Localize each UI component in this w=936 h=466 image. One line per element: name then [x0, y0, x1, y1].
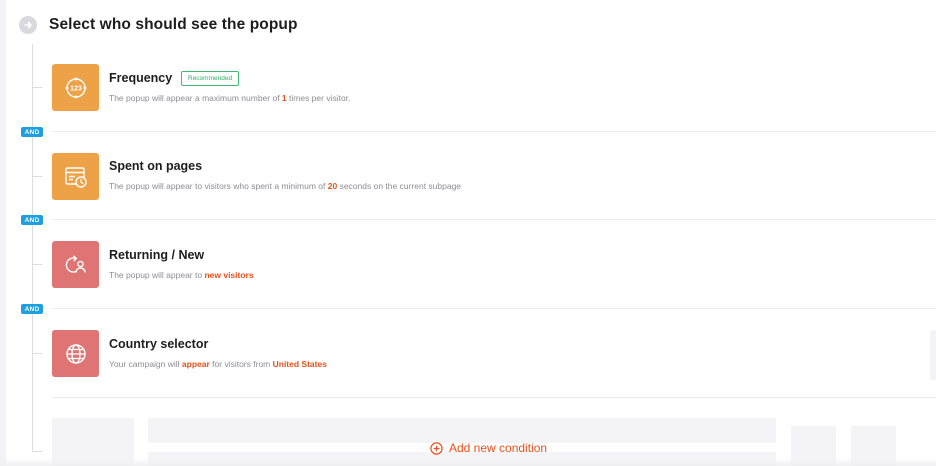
- add-condition-label: Add new condition: [449, 441, 548, 455]
- recommended-badge: Recommended: [181, 71, 240, 86]
- timeline-tick: [32, 451, 42, 452]
- condition-title-returning-new[interactable]: Returning / New: [109, 248, 204, 262]
- country-value[interactable]: United States: [273, 359, 327, 369]
- condition-title-country-selector[interactable]: Country selector: [109, 337, 208, 351]
- timeline-tick: [32, 264, 42, 265]
- and-badge: AND: [21, 127, 43, 137]
- and-badge: AND: [21, 215, 43, 225]
- condition-description-frequency: The popup will appear a maximum number o…: [109, 93, 351, 103]
- add-condition-button[interactable]: Add new condition: [430, 441, 547, 455]
- left-rail: [0, 0, 6, 466]
- bottom-fade: [0, 458, 936, 466]
- condition-divider: [52, 219, 936, 220]
- section-header: Select who should see the popup: [19, 14, 298, 36]
- section-title: Select who should see the popup: [49, 16, 298, 33]
- appear-option-value[interactable]: appear: [182, 359, 210, 369]
- timeline-tick: [32, 176, 42, 177]
- globe-icon[interactable]: [52, 330, 99, 377]
- condition-divider: [52, 397, 936, 398]
- placeholder-block: [148, 418, 776, 443]
- condition-title-spent-on-pages[interactable]: Spent on pages: [109, 159, 202, 173]
- returning-visitor-icon[interactable]: [52, 241, 99, 288]
- plus-circle-icon: [430, 441, 443, 455]
- seconds-value[interactable]: 20: [328, 181, 337, 191]
- visitor-type-value[interactable]: new visitors: [204, 270, 253, 280]
- condition-divider: [52, 131, 936, 132]
- condition-timeline: [32, 44, 33, 452]
- page-timer-icon[interactable]: [52, 153, 99, 200]
- counter-123-icon[interactable]: 123: [52, 64, 99, 111]
- condition-description-country-selector: Your campaign will appear for visitors f…: [109, 359, 327, 369]
- svg-text:123: 123: [70, 85, 82, 92]
- scrollbar[interactable]: [930, 330, 936, 380]
- condition-description-returning-new: The popup will appear to new visitors: [109, 270, 254, 280]
- condition-description-spent-on-pages: The popup will appear to visitors who sp…: [109, 181, 462, 191]
- timeline-tick: [32, 87, 42, 88]
- condition-divider: [52, 308, 936, 309]
- timeline-tick: [32, 353, 42, 354]
- and-badge: AND: [21, 304, 43, 314]
- condition-title-frequency[interactable]: Frequency: [109, 71, 172, 85]
- arrow-right-icon: [19, 16, 37, 34]
